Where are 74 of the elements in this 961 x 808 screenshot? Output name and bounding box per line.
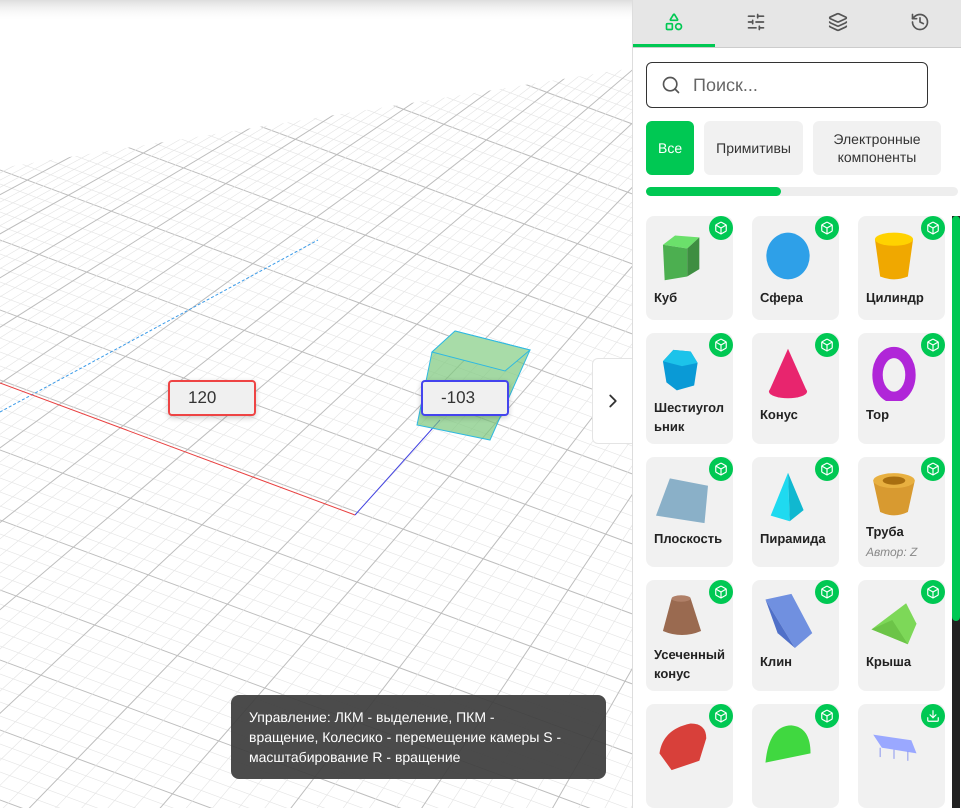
add-badge[interactable] [709,580,733,604]
add-badge[interactable] [921,580,945,604]
download-icon [926,709,940,723]
shape-card[interactable]: Усеченный конус [646,580,733,691]
shape-card[interactable]: Шестиугольник [646,333,733,444]
cube-icon [820,338,834,352]
add-badge[interactable] [921,456,945,481]
shape-name: Тор [866,406,890,424]
controls-help-tooltip: Управление: ЛКМ - выделение, ПКМ - вращение, Колесико - перемещение камеры S - масштабирование R - вращение [231,695,606,779]
shape-name: Куб [654,289,678,307]
author-label: Автор: Z [866,545,918,560]
shape-name: Сфера [760,289,804,307]
shape-name: Труба [866,523,905,542]
shape-name: Клин [760,653,794,672]
shape-name: Плоскость [654,530,724,548]
shape-card[interactable]: Цилиндр [858,216,945,320]
shape-card[interactable] [858,704,945,808]
shape-card[interactable]: Пирамида [752,456,839,568]
scrollbar-thumb[interactable] [952,216,960,621]
cube-icon [926,462,940,476]
shape-name: Усеченный конус [654,646,725,683]
cube-icon [926,221,940,235]
add-badge[interactable] [815,580,839,604]
shape-card[interactable]: Куб [646,216,733,320]
horizontal-scrollbar[interactable] [646,187,958,196]
shape-card[interactable]: Сфера [752,216,839,320]
add-badge[interactable] [709,333,733,357]
cube-icon [820,709,834,723]
cube-icon [926,338,940,352]
dimension-input[interactable]: 120 [168,380,256,416]
cube-icon [714,709,728,723]
cube-icon [714,221,728,235]
cube-icon [820,585,834,600]
add-badge[interactable] [921,333,945,357]
shape-card[interactable]: Плоскость [646,456,733,568]
cube-icon [820,462,834,476]
shape-card[interactable] [646,704,733,808]
search-field[interactable]: Поиск... [646,62,928,108]
download-badge[interactable] [921,704,945,728]
shape-card[interactable]: Крыша [858,580,945,691]
add-badge[interactable] [709,216,733,240]
search-icon [661,75,681,95]
shape-name: Конус [760,406,799,424]
cube-icon [714,462,728,476]
layers-icon [828,12,848,32]
add-badge[interactable] [921,216,945,240]
category-filter[interactable]: Примитивы [704,121,803,175]
shape-card[interactable]: Конус [752,333,839,444]
shape-name: Шестиугольник [654,398,725,436]
add-badge[interactable] [815,456,839,481]
sliders-icon [746,12,766,32]
shape-name: Цилиндр [866,289,925,307]
category-filter[interactable]: Электронные компоненты [812,121,941,175]
add-badge[interactable] [709,704,733,728]
vertical-scrollbar[interactable] [952,216,960,808]
shape-name: Крыша [866,653,912,672]
dimension-input[interactable]: -103 [421,380,509,416]
history-icon [910,12,930,32]
cube-icon [820,221,834,235]
shape-card[interactable] [752,704,839,808]
shape-card[interactable]: Тор [858,333,945,444]
add-badge[interactable] [815,704,839,728]
shape-card[interactable]: Клин [752,580,839,691]
shape-name: Пирамида [760,530,827,548]
add-badge[interactable] [815,216,839,240]
shapes-icon [664,12,684,32]
scrollbar-thumb[interactable] [646,187,781,196]
shape-card[interactable]: Труба Автор: Z [858,456,945,568]
cube-icon [714,338,728,352]
cube-icon [926,585,940,600]
cube-icon [714,585,728,600]
add-badge[interactable] [815,333,839,357]
add-badge[interactable] [709,456,733,481]
expand-panel-button[interactable] [592,358,632,444]
